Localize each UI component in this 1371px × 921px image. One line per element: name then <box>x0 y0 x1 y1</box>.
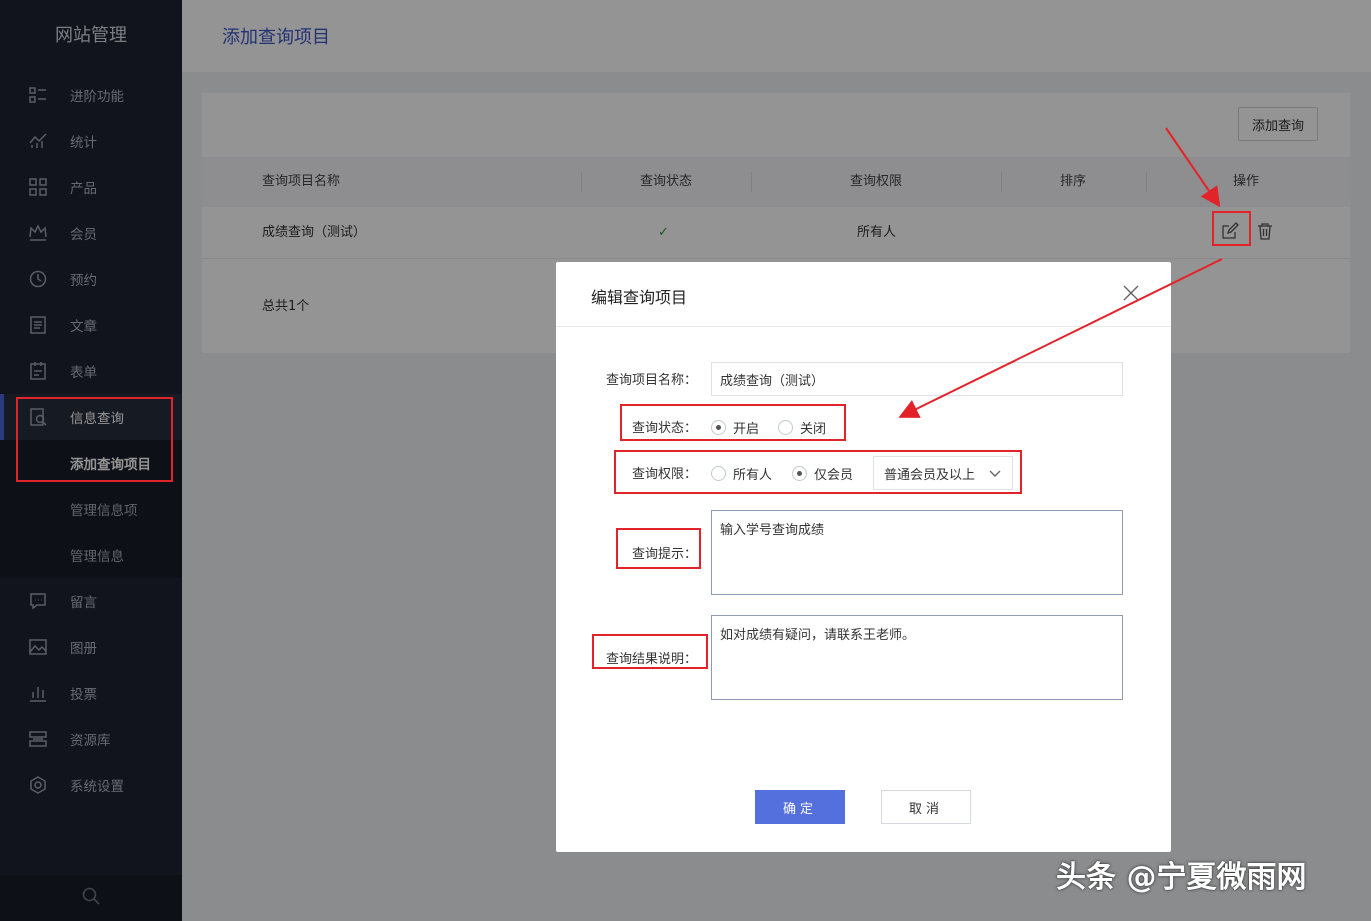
edit-query-modal: 编辑查询项目 查询项目名称： 成绩查询（测试） 查询状态： 开启 关闭 查询权限… <box>556 262 1171 852</box>
name-label: 查询项目名称： <box>606 373 698 388</box>
annotation-box-status <box>620 404 846 441</box>
query-name-input[interactable]: 成绩查询（测试） <box>711 362 1123 396</box>
annotation-box-hint <box>616 528 701 569</box>
watermark: 头条 @宁夏微雨网 <box>1056 860 1307 895</box>
query-result-textarea[interactable]: 如对成绩有疑问，请联系王老师。 <box>711 615 1123 700</box>
modal-header: 编辑查询项目 <box>556 262 1171 327</box>
confirm-button[interactable]: 确定 <box>755 790 845 824</box>
close-icon[interactable] <box>1122 284 1140 302</box>
annotation-box-permission <box>614 450 1022 494</box>
annotation-box-sidebar <box>16 397 173 482</box>
cancel-button[interactable]: 取消 <box>881 790 971 824</box>
query-hint-textarea[interactable]: 输入学号查询成绩 <box>711 510 1123 595</box>
annotation-box-result <box>592 634 708 669</box>
annotation-box-edit <box>1212 211 1251 246</box>
modal-title: 编辑查询项目 <box>591 288 688 307</box>
